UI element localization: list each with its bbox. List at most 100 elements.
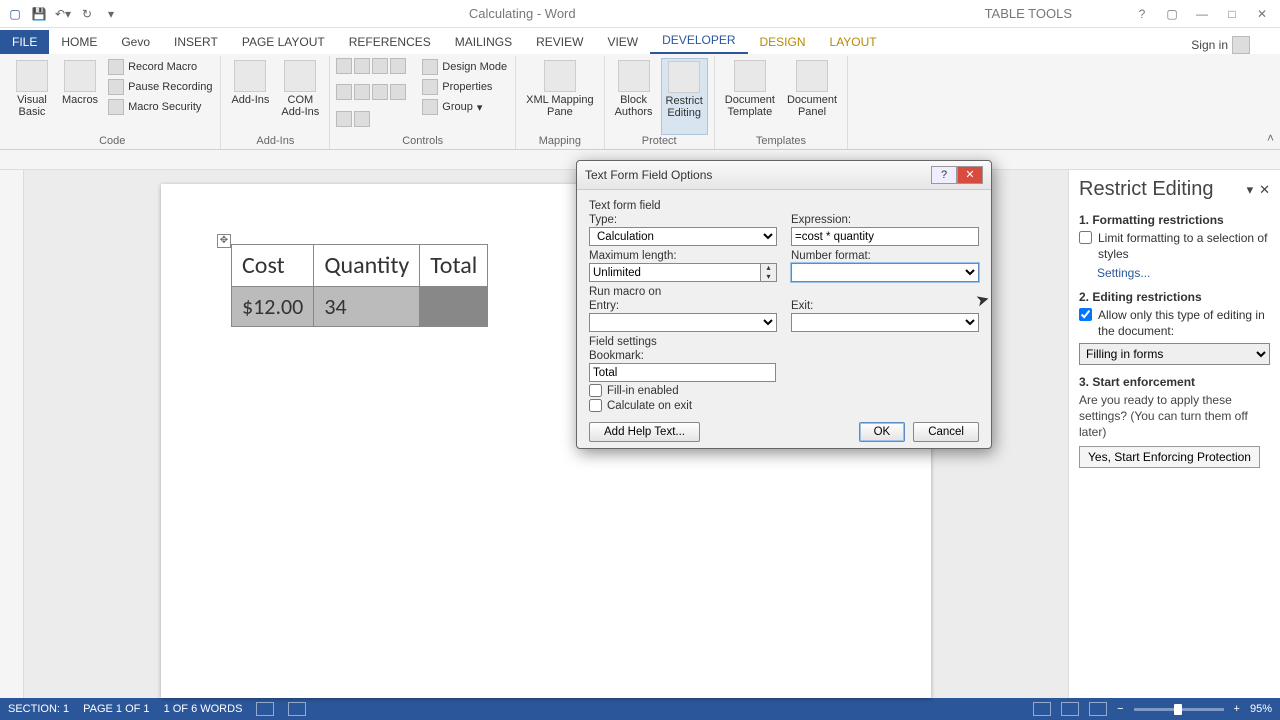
group-button[interactable]: Group ▾ [420,98,509,116]
ok-button[interactable]: OK [859,422,906,442]
richtext-control-icon[interactable] [336,58,352,74]
tab-references[interactable]: REFERENCES [337,30,443,54]
tab-insert[interactable]: INSERT [162,30,230,54]
exit-select[interactable] [791,313,979,332]
header-total[interactable]: Total [420,245,488,287]
maximize-icon[interactable]: □ [1222,7,1242,21]
restrict-editing-button[interactable]: Restrict Editing [661,58,708,135]
buildingblock-control-icon[interactable] [390,58,406,74]
design-mode-button[interactable]: Design Mode [420,58,509,76]
addins-button[interactable]: Add-Ins [227,58,273,135]
com-addins-button[interactable]: COM Add-Ins [277,58,323,135]
tab-view[interactable]: VIEW [595,30,650,54]
collapse-ribbon-icon[interactable]: ˄ [1267,131,1274,145]
macro-security-button[interactable]: Macro Security [106,98,214,116]
table-move-handle[interactable]: ✥ [217,234,231,248]
fillin-enabled-checkbox[interactable]: Fill-in enabled [589,384,979,397]
dialog-titlebar[interactable]: Text Form Field Options ? ✕ [577,161,991,190]
calculate-on-exit-checkbox[interactable]: Calculate on exit [589,399,979,412]
expression-input[interactable] [791,227,979,246]
start-enforcing-button[interactable]: Yes, Start Enforcing Protection [1079,446,1260,468]
ribbon-options-icon[interactable]: ▢ [1162,7,1182,21]
document-panel-icon [796,60,828,92]
add-help-text-button[interactable]: Add Help Text... [589,422,700,442]
macro-record-status-icon[interactable] [288,702,306,716]
print-layout-icon[interactable] [1061,702,1079,716]
status-page[interactable]: PAGE 1 OF 1 [83,703,149,715]
record-macro-button[interactable]: Record Macro [106,58,214,76]
checkbox-control-icon[interactable] [336,84,352,100]
number-format-label: Number format: [791,250,979,262]
tab-home[interactable]: HOME [49,30,109,54]
allow-editing-checkbox[interactable]: Allow only this type of editing in the d… [1079,308,1270,339]
tab-gevo[interactable]: Gevo [109,30,162,54]
redo-icon[interactable]: ↻ [78,5,96,23]
web-layout-icon[interactable] [1089,702,1107,716]
header-cost[interactable]: Cost [232,245,314,287]
macros-button[interactable]: Macros [58,58,102,135]
ribbon-tabs: FILE HOME Gevo INSERT PAGE LAYOUT REFERE… [0,28,1280,54]
datepicker-control-icon[interactable] [390,84,406,100]
group-addins: Add-Ins COM Add-Ins Add-Ins [221,56,330,149]
save-icon[interactable]: 💾 [30,5,48,23]
dropdown-control-icon[interactable] [372,84,388,100]
entry-select[interactable] [589,313,777,332]
zoom-out-button[interactable]: − [1117,703,1123,715]
xml-mapping-button[interactable]: XML Mapping Pane [522,58,597,135]
status-words[interactable]: 1 OF 6 WORDS [164,703,243,715]
max-length-spinner[interactable]: ▴▾ [761,263,777,282]
document-template-button[interactable]: Document Template [721,58,779,135]
number-format-select[interactable] [791,263,979,282]
document-panel-button[interactable]: Document Panel [783,58,841,135]
undo-icon[interactable]: ↶▾ [54,5,72,23]
cell-cost[interactable]: $12.00 [232,287,314,327]
minimize-icon[interactable]: — [1192,7,1212,21]
tab-mailings[interactable]: MAILINGS [443,30,524,54]
block-authors-button[interactable]: Block Authors [611,58,657,135]
picture-control-icon[interactable] [372,58,388,74]
vertical-ruler[interactable] [0,170,24,698]
max-length-input[interactable] [589,263,761,282]
legacy-tools-icon[interactable] [354,111,370,127]
pane-close-icon[interactable]: ✕ [1259,182,1270,198]
limit-formatting-checkbox[interactable]: Limit formatting to a selection of style… [1079,231,1270,262]
cancel-button[interactable]: Cancel [913,422,979,442]
dialog-help-icon[interactable]: ? [931,166,957,184]
entry-label: Entry: [589,300,777,312]
cell-total[interactable] [420,287,488,327]
cell-quantity[interactable]: 34 [314,287,420,327]
repeating-control-icon[interactable] [336,111,352,127]
group-icon [422,99,438,115]
combobox-control-icon[interactable] [354,84,370,100]
zoom-in-button[interactable]: + [1234,703,1240,715]
header-quantity[interactable]: Quantity [314,245,420,287]
help-icon[interactable]: ? [1132,7,1152,21]
settings-link[interactable]: Settings... [1097,266,1270,280]
pause-recording-button[interactable]: Pause Recording [106,78,214,96]
visual-basic-button[interactable]: Visual Basic [10,58,54,135]
zoom-slider[interactable] [1134,708,1224,711]
type-select[interactable]: Calculation [589,227,777,246]
tab-review[interactable]: REVIEW [524,30,595,54]
contextual-tab-label: TABLE TOOLS [925,6,1132,21]
status-section[interactable]: SECTION: 1 [8,703,69,715]
pane-dropdown-icon[interactable]: ▾ [1247,182,1254,198]
close-icon[interactable]: ✕ [1252,7,1272,21]
sign-in-link[interactable]: Sign in [1191,36,1280,54]
dialog-close-icon[interactable]: ✕ [957,166,983,184]
tab-page-layout[interactable]: PAGE LAYOUT [230,30,337,54]
zoom-level[interactable]: 95% [1250,703,1272,715]
tab-layout[interactable]: LAYOUT [818,30,889,54]
plaintext-control-icon[interactable] [354,58,370,74]
editing-type-select[interactable]: Filling in forms [1079,343,1270,365]
bookmark-input[interactable] [589,363,776,382]
properties-button[interactable]: Properties [420,78,509,96]
title-bar: ▢ 💾 ↶▾ ↻ ▾ Calculating - Word TABLE TOOL… [0,0,1280,28]
qat-more-icon[interactable]: ▾ [102,5,120,23]
tab-file[interactable]: FILE [0,30,49,54]
read-mode-icon[interactable] [1033,702,1051,716]
tab-developer[interactable]: DEVELOPER [650,28,747,54]
tab-design[interactable]: DESIGN [748,30,818,54]
document-table[interactable]: Cost Quantity Total $12.00 34 [231,244,488,327]
spelling-icon[interactable] [256,702,274,716]
